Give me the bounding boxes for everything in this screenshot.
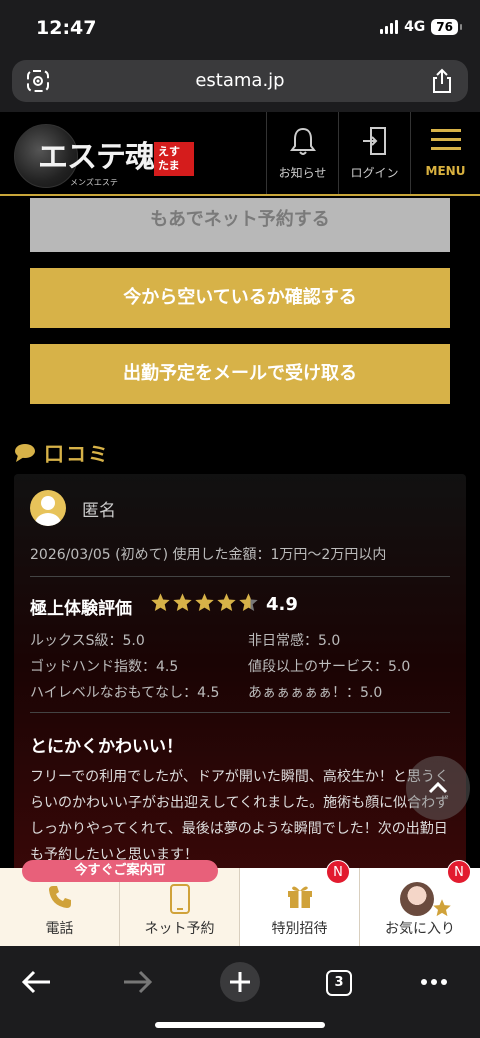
home-indicator (155, 1022, 325, 1028)
review-title: とにかくかわいい！ (30, 737, 183, 757)
divider (30, 576, 450, 577)
phone-icon (49, 886, 71, 908)
tabs-button[interactable]: 3 (316, 958, 364, 1006)
site-logo[interactable]: エステ魂 えすたま メンズエステ (10, 122, 220, 192)
rating-item: ゴッドハンド指数：4.5 (30, 659, 179, 675)
available-now-badge: 今すぐご案内可 (22, 860, 218, 882)
battery-level: 76 (431, 19, 462, 35)
url-text[interactable]: estama.jp (12, 70, 468, 91)
star-icon (151, 593, 170, 611)
address-bar[interactable]: estama.jp (12, 60, 468, 102)
review-meta: 2026/03/05 (初めて) 使用した金額：1万円〜2万円以内 (30, 547, 387, 563)
hamburger-menu-icon (430, 129, 461, 150)
main-content: もあでネット予約する 今から空いているか確認する 出勤予定をメールで受け取る 口… (0, 198, 480, 868)
plus-icon (230, 972, 250, 992)
star-icon (217, 593, 236, 611)
rating-item: あぁぁぁぁぁ！：5.0 (248, 685, 383, 701)
signal-icon (380, 20, 399, 34)
login-door-icon (362, 127, 386, 155)
divider (30, 712, 450, 713)
star-icon (433, 899, 451, 917)
reviews-title: 口コミ (44, 442, 110, 466)
rating-item: ハイレベルなおもてなし：4.5 (30, 685, 220, 701)
speech-bubble-icon (15, 443, 35, 462)
network-type: 4G (404, 19, 426, 35)
rating-stars (150, 592, 259, 613)
chevron-up-icon (428, 781, 448, 794)
review-author: 匿名 (82, 501, 116, 521)
status-bar: 12:47 4G 76 (0, 0, 480, 58)
new-badge: N (326, 860, 350, 884)
status-indicators: 4G 76 (380, 19, 462, 35)
scroll-to-top-button[interactable] (406, 756, 470, 820)
check-availability-button[interactable]: 今から空いているか確認する (30, 268, 450, 328)
phone-label: 電話 (45, 921, 74, 937)
status-time: 12:47 (36, 17, 97, 39)
bell-icon (289, 127, 316, 155)
smartphone-icon (170, 884, 190, 914)
rating-title: 極上体験評価 (30, 599, 132, 619)
net-reserve-button[interactable]: もあでネット予約する (30, 198, 450, 252)
new-badge: N (447, 860, 471, 884)
therapist-avatar (400, 882, 434, 916)
logo-tag: えすたま (154, 142, 194, 176)
logo-title: エステ魂 (38, 140, 155, 175)
rating-score: 4.9 (266, 594, 298, 615)
gift-icon (288, 886, 312, 908)
share-icon[interactable] (430, 68, 454, 94)
site-header: エステ魂 えすたま メンズエステ お知らせ ログイン MENU (0, 112, 480, 196)
tab-count: 3 (326, 970, 352, 996)
reviews-heading: 口コミ (14, 438, 110, 467)
half-star-icon (239, 593, 258, 611)
login-button[interactable]: ログイン (338, 112, 410, 194)
back-arrow-icon[interactable] (12, 958, 60, 1006)
avatar (30, 490, 66, 526)
star-icon (195, 593, 214, 611)
forward-arrow-icon[interactable] (114, 958, 162, 1006)
news-label: お知らせ (278, 166, 327, 180)
favorites-label: お気に入り (385, 921, 455, 937)
more-icon[interactable] (410, 958, 458, 1006)
news-button[interactable]: お知らせ (266, 112, 338, 194)
net-reserve-label: ネット予約 (144, 921, 215, 937)
browser-address-area: estama.jp (0, 58, 480, 112)
special-invite-label: 特別招待 (271, 921, 328, 937)
mail-schedule-button[interactable]: 出勤予定をメールで受け取る (30, 344, 450, 404)
rating-item: 非日常感：5.0 (248, 633, 341, 649)
rating-item: ルックスS級：5.0 (30, 633, 145, 649)
review-card: 匿名 2026/03/05 (初めて) 使用した金額：1万円〜2万円以内 極上体… (14, 474, 466, 868)
login-label: ログイン (350, 166, 399, 180)
logo-subtitle: メンズエステ (70, 178, 118, 187)
rating-item: 値段以上のサービス：5.0 (248, 659, 411, 675)
new-tab-button[interactable] (216, 958, 264, 1006)
menu-button[interactable]: MENU (410, 112, 480, 194)
review-body: フリーでの利用でしたが、ドアが開いた瞬間、高校生か！と思うくらいのかわいい子がお… (30, 769, 450, 863)
star-icon (173, 593, 192, 611)
menu-label: MENU (425, 164, 466, 178)
